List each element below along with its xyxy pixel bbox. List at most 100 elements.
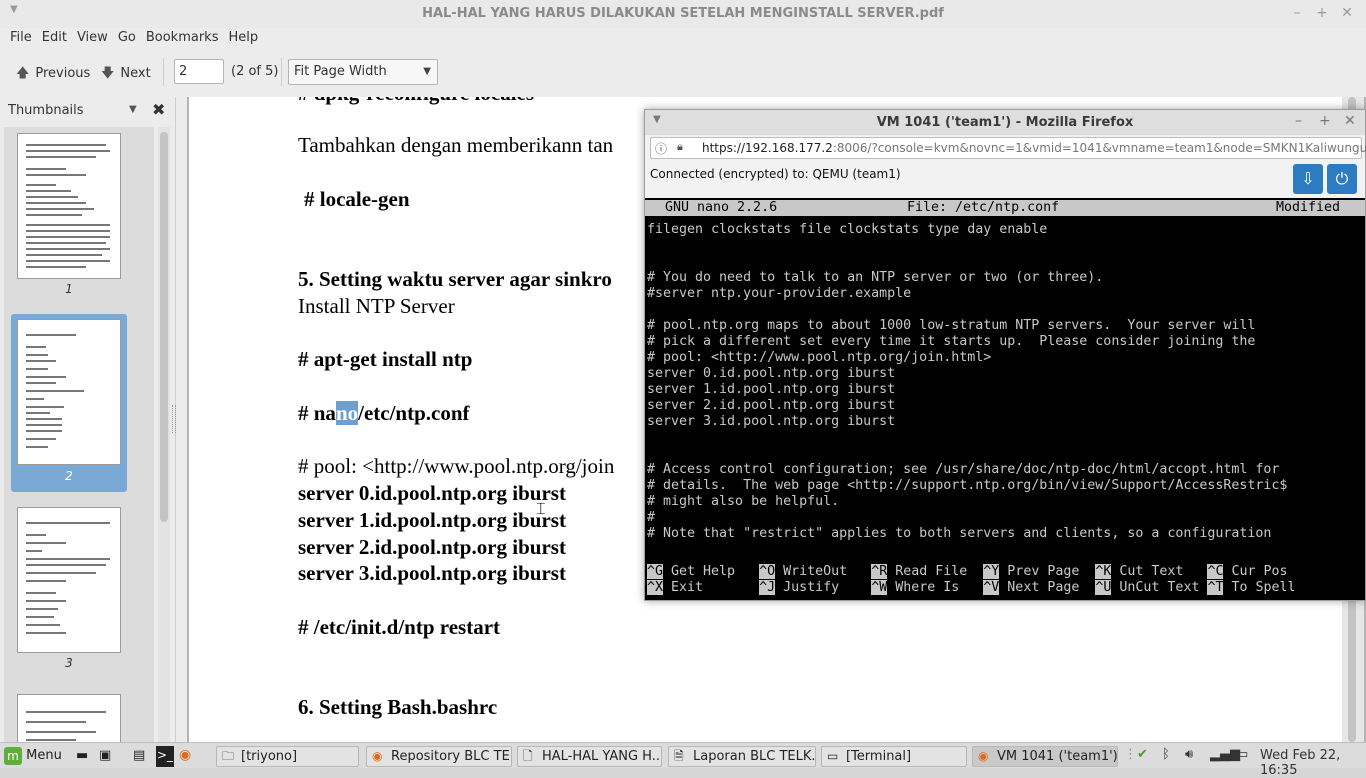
scrollbar-thumb[interactable] bbox=[160, 132, 168, 522]
close-icon[interactable]: ✕ bbox=[1339, 5, 1355, 21]
shortcut-key: ^R bbox=[871, 564, 888, 579]
thumbnail-page-1[interactable] bbox=[17, 133, 121, 279]
dropdown-icon: ▼ bbox=[423, 66, 431, 77]
document-icon: 🗋 bbox=[523, 749, 533, 763]
terminal-icon: ▭ bbox=[827, 749, 839, 763]
firefox-window: ▼ VM 1041 ('team1') - Mozilla Firefox – … bbox=[644, 109, 1366, 601]
task-laporan[interactable]: 🗎 Laporan BLC TELK... bbox=[668, 746, 816, 767]
task-repository[interactable]: ◉ Repository BLC TE... bbox=[366, 746, 512, 767]
terminal-line: # Access control configuration; see /usr… bbox=[647, 462, 1280, 477]
nano-state: Modified bbox=[1276, 200, 1341, 215]
shortcut-label: Prev Page bbox=[999, 564, 1088, 579]
menu-go[interactable]: Go bbox=[118, 28, 136, 45]
terminal-line: # pool.ntp.org maps to about 1000 low-st… bbox=[647, 318, 1256, 333]
sidebar-header: Thumbnails ▼ ✖ bbox=[0, 97, 176, 123]
shortcut-label: Next Page bbox=[999, 580, 1088, 595]
doc-line: server 0.id.pool.ntp.org iburst bbox=[298, 481, 566, 505]
terminal-line: # details. The web page <http://support.… bbox=[647, 478, 1288, 493]
close-icon[interactable]: ✕ bbox=[1344, 113, 1356, 129]
task-label: VM 1041 ('team1')... bbox=[997, 749, 1118, 764]
volume-icon[interactable]: 🔊︎ bbox=[1185, 747, 1193, 762]
terminal-line: server 0.id.pool.ntp.org iburst bbox=[647, 366, 896, 381]
update-check-icon[interactable]: ✔ bbox=[1137, 747, 1148, 762]
task-vm-firefox[interactable]: ◉ VM 1041 ('team1')... bbox=[972, 746, 1118, 767]
arrow-up-icon: 🡅 bbox=[16, 66, 30, 81]
minimize-icon[interactable]: – bbox=[1289, 5, 1305, 21]
menu-bookmarks[interactable]: Bookmarks bbox=[146, 28, 219, 45]
doc-line: 6. Setting Bash.bashrc bbox=[298, 695, 498, 719]
shortcut-key: ^O bbox=[759, 564, 776, 579]
terminal-line: # You do need to talk to an NTP server o… bbox=[647, 270, 1104, 285]
battery-icon[interactable]: ▭ bbox=[1236, 747, 1248, 762]
sidebar-dropdown-icon[interactable]: ▼ bbox=[129, 104, 137, 115]
shortcut-label: Cur Pos bbox=[1223, 564, 1288, 579]
url-bar[interactable]: ⓘ 🔒︎ https://192.168.177.2:8006/?console… bbox=[650, 137, 1366, 159]
start-menu-button[interactable]: m Menu bbox=[4, 746, 68, 767]
page-number-input[interactable]: 2 bbox=[174, 59, 224, 84]
window-icon[interactable]: ▤ bbox=[133, 746, 151, 767]
doc-text: /etc/ntp.conf bbox=[358, 401, 470, 425]
url-rest: :8006/?console=kvm&novnc=1&vmid=1041&vmn… bbox=[832, 141, 1366, 155]
thumbnails-sidebar: Thumbnails ▼ ✖ 1 2 3 bbox=[0, 97, 176, 742]
power-icon[interactable]: ⏻ bbox=[1327, 164, 1357, 194]
menu-help[interactable]: Help bbox=[228, 28, 258, 45]
shortcut-label: Get Help bbox=[663, 564, 752, 579]
shortcut-label: Cut Text bbox=[1111, 564, 1200, 579]
vnc-console[interactable]: GNU nano 2.2.6 File: /etc/ntp.conf Modif… bbox=[645, 198, 1365, 600]
warning-lock-icon[interactable]: 🔒︎ bbox=[677, 140, 683, 154]
task-pdf[interactable]: 🗋 HAL-HAL YANG H... bbox=[517, 746, 662, 767]
sidebar-close-icon[interactable]: ✖ bbox=[152, 100, 165, 119]
maximize-icon[interactable]: + bbox=[1319, 113, 1331, 129]
task-label: Laporan BLC TELK... bbox=[693, 749, 816, 764]
file-manager-icon[interactable]: ▣ bbox=[99, 746, 117, 767]
sidebar-resize-handle[interactable] bbox=[172, 405, 176, 433]
shortcut-key: ^J bbox=[759, 580, 776, 595]
url-text: https://192.168.177.2:8006/?console=kvm&… bbox=[702, 141, 1366, 155]
menubar: File Edit View Go Bookmarks Help bbox=[0, 28, 1366, 48]
taskbar: m Menu ▬ ▣ ▤ >_ ◉ 🗀 [triyono] ◉ Repository… bbox=[0, 742, 1366, 778]
terminal-line: filegen clockstats file clockstats type … bbox=[647, 222, 1048, 237]
minimize-icon[interactable]: – bbox=[1295, 113, 1302, 129]
thumbnail-page-3[interactable] bbox=[17, 507, 121, 653]
previous-button[interactable]: 🡅 Previous bbox=[16, 64, 90, 86]
doc-line: # pool: <http://www.pool.ntp.org/join bbox=[298, 454, 615, 478]
thumbnail-number: 1 bbox=[65, 282, 73, 296]
firefox-title: VM 1041 ('team1') - Mozilla Firefox bbox=[876, 115, 1134, 130]
menu-edit[interactable]: Edit bbox=[42, 28, 67, 45]
next-label: Next bbox=[120, 66, 151, 81]
tray-separator: ⋮ bbox=[1124, 747, 1137, 762]
maximize-icon[interactable]: + bbox=[1314, 5, 1330, 21]
toolbar-separator bbox=[163, 58, 164, 86]
terminal-line: #server ntp.your-provider.example bbox=[647, 286, 912, 301]
nano-header: GNU nano 2.2.6 File: /etc/ntp.conf Modif… bbox=[645, 200, 1365, 216]
doc-line: server 1.id.pool.ntp.org iburst bbox=[298, 508, 566, 532]
page-count: (2 of 5) bbox=[231, 64, 279, 79]
info-icon[interactable]: ⓘ bbox=[655, 140, 667, 157]
terminal-icon[interactable]: >_ bbox=[156, 746, 174, 767]
show-desktop-icon[interactable]: ▬ bbox=[76, 746, 94, 767]
menu-file[interactable]: File bbox=[10, 28, 32, 45]
menu-view[interactable]: View bbox=[77, 28, 108, 45]
terminal-line: # pool: <http://www.pool.ntp.org/join.ht… bbox=[647, 350, 992, 365]
shortcut-label: WriteOut bbox=[775, 564, 864, 579]
doc-line: # locale-gen bbox=[304, 187, 410, 211]
firefox-icon[interactable]: ◉ bbox=[179, 746, 199, 767]
send-keys-icon[interactable]: ⇩ bbox=[1293, 164, 1323, 194]
shortcut-key: ^G bbox=[647, 564, 664, 579]
thumbnail-page-2[interactable] bbox=[17, 319, 121, 465]
document-icon: 🗎 bbox=[674, 749, 684, 763]
mouse-cursor-icon: ⌶ bbox=[536, 501, 546, 518]
task-terminal[interactable]: ▭ [Terminal] bbox=[821, 746, 967, 767]
next-button[interactable]: 🡇 Next bbox=[101, 64, 151, 86]
terminal-line: # bbox=[647, 510, 656, 525]
viewer-title: HAL-HAL YANG HARUS DILAKUKAN SETELAH MEN… bbox=[422, 6, 944, 21]
console-status: Connected (encrypted) to: QEMU (team1) bbox=[650, 167, 901, 181]
bluetooth-icon[interactable]: ᛒ bbox=[1162, 747, 1170, 762]
clock[interactable]: Wed Feb 22, 16:35 bbox=[1260, 748, 1366, 778]
zoom-select[interactable]: Fit Page Width ▼ bbox=[288, 59, 438, 85]
viewer-titlebar: ▼ HAL-HAL YANG HARUS DILAKUKAN SETELAH M… bbox=[0, 0, 1366, 28]
thumbnail-page-4[interactable] bbox=[17, 694, 121, 742]
task-triyono[interactable]: 🗀 [triyono] bbox=[216, 746, 359, 767]
sidebar-scrollbar[interactable] bbox=[158, 127, 170, 742]
zoom-value: Fit Page Width bbox=[294, 64, 387, 79]
